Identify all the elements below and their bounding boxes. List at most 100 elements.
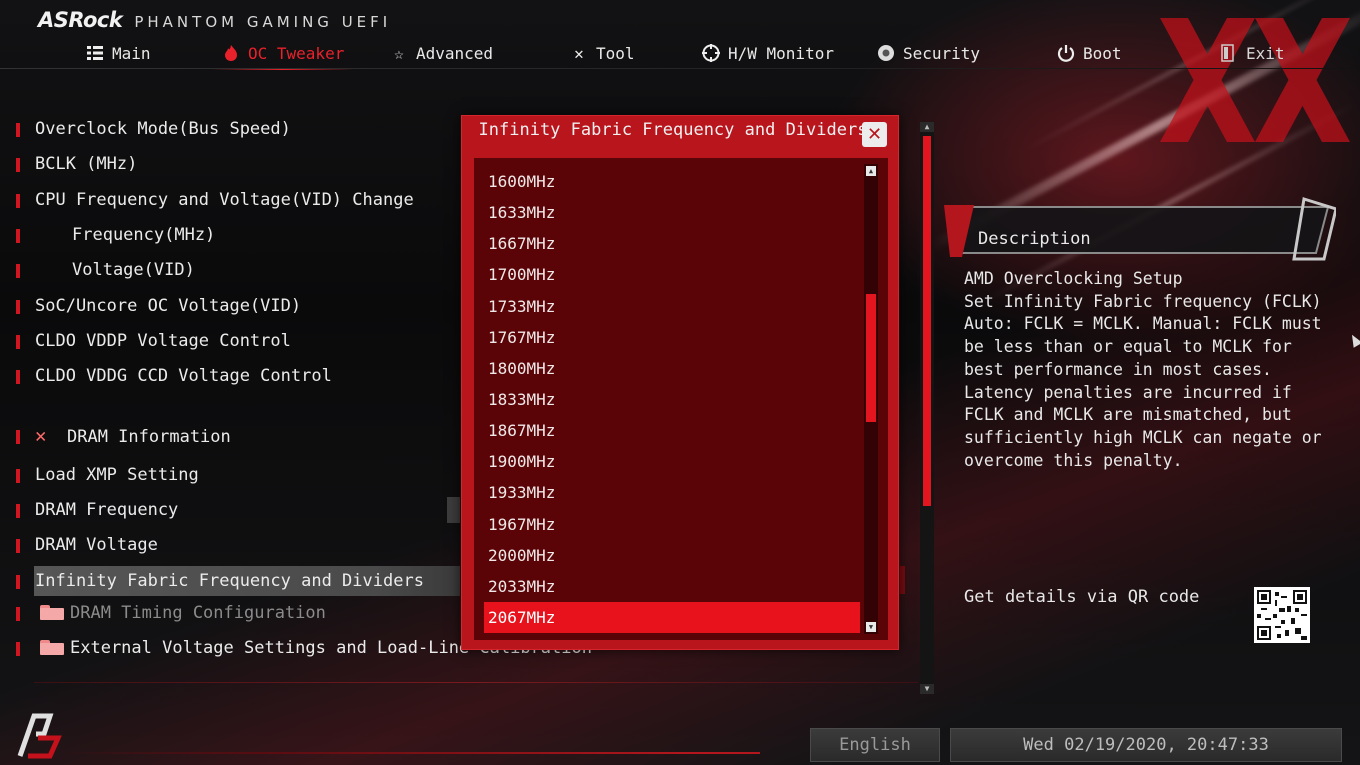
tools-icon: ✕ <box>35 425 47 447</box>
item-marker <box>16 642 20 656</box>
menu-item-label: DRAM Information <box>67 427 231 447</box>
scroll-up-icon[interactable]: ▲ <box>920 122 934 132</box>
menu-item-dram-frequency[interactable]: DRAM Frequency <box>0 495 460 525</box>
menu-item-label: Overclock Mode(Bus Speed) <box>35 119 291 139</box>
item-marker <box>16 504 20 518</box>
power-icon <box>1057 44 1075 62</box>
menu-item-label: Frequency(MHz) <box>72 225 216 245</box>
option-item[interactable]: 1767MHz <box>484 322 860 353</box>
scroll-up-icon[interactable]: ▲ <box>866 166 876 176</box>
item-marker <box>16 158 20 172</box>
scroll-thumb[interactable] <box>923 136 931 506</box>
menu-item-load-xmp[interactable]: Load XMP Setting <box>0 460 460 490</box>
option-item[interactable]: 2000MHz <box>484 540 860 571</box>
menu-item-label: DRAM Frequency <box>35 500 179 520</box>
option-item[interactable]: 1967MHz <box>484 509 860 540</box>
menu-item-infinity-fabric[interactable]: Infinity Fabric Frequency and Dividers <box>34 566 460 596</box>
tab-security[interactable]: Security <box>877 38 980 68</box>
menu-item-frequency[interactable]: Frequency(MHz) <box>0 220 460 250</box>
tab-main[interactable]: Main <box>86 38 151 68</box>
item-marker <box>16 264 20 278</box>
phantom-gaming-logo <box>17 713 62 759</box>
item-marker <box>16 539 20 553</box>
menu-item-label: CLDO VDDG CCD Voltage Control <box>35 366 332 386</box>
popup-title: Infinity Fabric Frequency and Dividers <box>478 120 868 140</box>
popup-scrollbar[interactable]: ▲ ▼ <box>864 164 878 634</box>
tab-label: OC Tweaker <box>248 43 345 63</box>
scroll-thumb[interactable] <box>866 294 876 422</box>
menu-item-overclock-mode[interactable]: Overclock Mode(Bus Speed) <box>0 114 460 144</box>
option-item[interactable]: 1600MHz <box>484 166 860 197</box>
option-item[interactable]: 1800MHz <box>484 353 860 384</box>
menu-item-label: Voltage(VID) <box>72 260 195 280</box>
menu-item-dram-timing[interactable]: DRAM Timing Configuration <box>0 598 460 628</box>
item-marker <box>16 469 20 483</box>
menu-item-voltage-vid[interactable]: Voltage(VID) <box>0 255 460 285</box>
option-item[interactable]: 1900MHz <box>484 446 860 477</box>
exit-icon <box>1220 44 1238 62</box>
phantom-gaming-xx-logo <box>1160 18 1350 142</box>
folder-icon <box>40 640 64 655</box>
value-column-indicator <box>447 497 460 523</box>
shield-icon <box>877 44 895 62</box>
top-nav: Main OC Tweaker ☆ Advanced ✕ Tool H/W Mo… <box>0 38 1360 70</box>
header-divider <box>0 68 1360 69</box>
item-marker <box>16 607 20 621</box>
tab-exit[interactable]: Exit <box>1220 38 1285 68</box>
item-marker <box>16 300 20 314</box>
option-list: 1600MHz 1633MHz 1667MHz 1700MHz 1733MHz … <box>474 158 888 640</box>
flame-icon <box>222 44 240 62</box>
list-icon <box>86 44 104 62</box>
tab-label: Tool <box>596 43 635 63</box>
menu-item-label: CPU Frequency and Voltage(VID) Change <box>35 190 414 210</box>
item-marker <box>16 123 20 137</box>
date-time-display: Wed 02/19/2020, 20:47:33 <box>950 728 1342 762</box>
tab-label: Main <box>112 43 151 63</box>
tab-boot[interactable]: Boot <box>1057 38 1122 68</box>
option-item[interactable]: 2033MHz <box>484 571 860 602</box>
menu-item-cldo-vddg-ccd[interactable]: CLDO VDDG CCD Voltage Control <box>0 361 460 391</box>
description-text: AMD Overclocking Setup Set Infinity Fabr… <box>964 269 1322 470</box>
tab-label: Exit <box>1246 43 1285 63</box>
footer-accent-line <box>60 752 760 754</box>
menu-item-label: Infinity Fabric Frequency and Dividers <box>35 571 424 591</box>
menu-item-dram-voltage[interactable]: DRAM Voltage <box>0 530 460 560</box>
menu-item-cpu-freq-voltage-change[interactable]: CPU Frequency and Voltage(VID) Change <box>0 185 460 215</box>
item-marker <box>16 370 20 384</box>
tab-tool[interactable]: ✕ Tool <box>570 38 635 68</box>
tools-icon: ✕ <box>574 43 584 63</box>
tab-hw-monitor[interactable]: H/W Monitor <box>702 38 834 68</box>
folder-icon <box>40 605 64 620</box>
close-icon[interactable]: ✕ <box>862 122 887 147</box>
menu-item-cldo-vddp[interactable]: CLDO VDDP Voltage Control <box>0 326 460 356</box>
option-item-selected[interactable]: 2067MHz <box>484 602 860 633</box>
option-item[interactable]: 1867MHz <box>484 415 860 446</box>
main-scrollbar[interactable]: ▲ ▼ <box>920 122 934 694</box>
option-item[interactable]: 1700MHz <box>484 259 860 290</box>
option-item[interactable]: 1633MHz <box>484 197 860 228</box>
tab-label: Boot <box>1083 43 1122 63</box>
menu-item-soc-uncore-voltage[interactable]: SoC/Uncore OC Voltage(VID) <box>0 291 460 321</box>
scroll-down-icon[interactable]: ▼ <box>920 684 934 694</box>
option-item[interactable]: 1667MHz <box>484 228 860 259</box>
menu-item-dram-information[interactable]: ✕ DRAM Information <box>0 421 460 451</box>
tab-label: Advanced <box>416 43 494 63</box>
tab-advanced[interactable]: ☆ Advanced <box>390 38 493 68</box>
qr-label: Get details via QR code <box>964 587 1200 607</box>
menu-item-label: SoC/Uncore OC Voltage(VID) <box>35 296 302 316</box>
option-popup: Infinity Fabric Frequency and Dividers ✕… <box>461 115 899 650</box>
content-divider <box>34 682 918 683</box>
scroll-down-icon[interactable]: ▼ <box>866 622 876 632</box>
tab-oc-tweaker[interactable]: OC Tweaker <box>211 38 355 70</box>
crosshair-icon <box>702 44 720 62</box>
description-title: Description <box>978 229 1091 249</box>
menu-item-label: DRAM Timing Configuration <box>70 603 326 623</box>
option-item[interactable]: 1833MHz <box>484 384 860 415</box>
language-button[interactable]: English <box>810 728 940 762</box>
star-icon: ☆ <box>394 43 404 63</box>
menu-item-label: DRAM Voltage <box>35 535 158 555</box>
option-item[interactable]: 1733MHz <box>484 291 860 322</box>
menu-item-bclk[interactable]: BCLK (MHz) <box>0 149 460 179</box>
option-item[interactable]: 1933MHz <box>484 477 860 508</box>
menu-item-label: BCLK (MHz) <box>35 154 138 174</box>
